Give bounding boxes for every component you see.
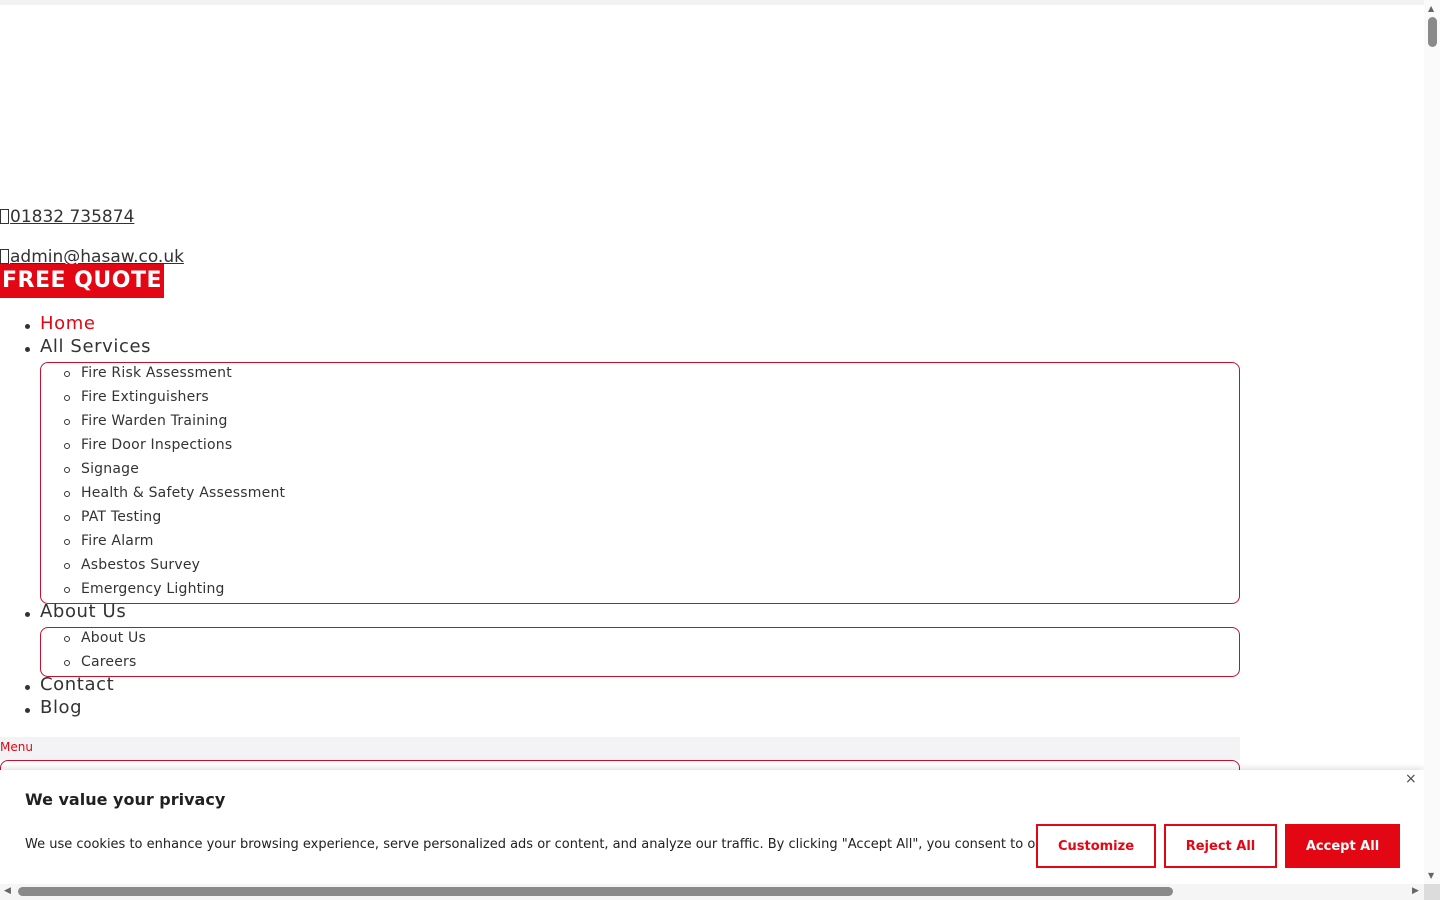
phone-icon xyxy=(0,209,9,224)
sub-bullet xyxy=(64,395,70,401)
nav-bullet xyxy=(25,708,30,713)
sub-bullet xyxy=(64,371,70,377)
service-fire-risk-assessment[interactable]: Fire Risk Assessment xyxy=(81,365,232,381)
mobile-menu-bar xyxy=(0,737,1240,760)
nav-bullet xyxy=(25,324,30,329)
sub-bullet xyxy=(64,467,70,473)
horizontal-scroll-thumb[interactable] xyxy=(18,887,1173,896)
nav-blog[interactable]: Blog xyxy=(40,697,82,718)
nav-bullet xyxy=(25,685,30,690)
scrollbar-corner xyxy=(1424,884,1440,900)
cookie-title: We value your privacy xyxy=(25,790,226,809)
scroll-right-icon[interactable]: ▶ xyxy=(1412,886,1419,896)
accept-all-button[interactable]: Accept All xyxy=(1285,824,1400,868)
nav-contact[interactable]: Contact xyxy=(40,674,114,695)
nav-all-services[interactable]: All Services xyxy=(40,336,151,357)
phone-link[interactable]: 01832 735874 xyxy=(0,207,134,227)
sub-bullet xyxy=(64,563,70,569)
scroll-up-icon[interactable]: ▲ xyxy=(1428,4,1434,13)
reject-all-button[interactable]: Reject All xyxy=(1164,824,1277,868)
service-fire-door-inspections[interactable]: Fire Door Inspections xyxy=(81,437,232,453)
about-submenu xyxy=(40,627,1240,677)
about-sub-careers[interactable]: Careers xyxy=(81,654,136,670)
cookie-description: We use cookies to enhance your browsing … xyxy=(25,837,1150,852)
mobile-menu-toggle[interactable]: Menu xyxy=(0,740,33,754)
sub-bullet xyxy=(64,491,70,497)
phone-number: 01832 735874 xyxy=(10,207,135,227)
free-quote-button[interactable]: FREE QUOTE xyxy=(0,264,164,298)
vertical-scrollbar[interactable] xyxy=(1424,0,1440,884)
sub-bullet xyxy=(64,443,70,449)
sub-bullet xyxy=(64,539,70,545)
sub-bullet xyxy=(64,587,70,593)
scroll-down-icon[interactable]: ▼ xyxy=(1428,871,1434,880)
nav-bullet xyxy=(25,612,30,617)
nav-bullet xyxy=(25,347,30,352)
nav-about-us[interactable]: About Us xyxy=(40,601,126,622)
email-icon xyxy=(0,249,9,264)
vertical-scroll-thumb[interactable] xyxy=(1428,17,1437,47)
services-submenu xyxy=(40,362,1240,604)
service-fire-warden-training[interactable]: Fire Warden Training xyxy=(81,413,228,429)
top-border xyxy=(0,0,1424,5)
service-fire-alarm[interactable]: Fire Alarm xyxy=(81,533,154,549)
customize-button[interactable]: Customize xyxy=(1036,824,1156,868)
sub-bullet xyxy=(64,515,70,521)
service-signage[interactable]: Signage xyxy=(81,461,139,477)
service-emergency-lighting[interactable]: Emergency Lighting xyxy=(81,581,225,597)
close-icon[interactable]: × xyxy=(1405,771,1417,787)
about-sub-about-us[interactable]: About Us xyxy=(81,630,146,646)
service-fire-extinguishers[interactable]: Fire Extinguishers xyxy=(81,389,209,405)
service-health-safety-assessment[interactable]: Health & Safety Assessment xyxy=(81,485,285,501)
service-pat-testing[interactable]: PAT Testing xyxy=(81,509,161,525)
scroll-left-icon[interactable]: ◀ xyxy=(4,886,11,896)
nav-home[interactable]: Home xyxy=(40,313,96,334)
sub-bullet xyxy=(64,660,70,666)
service-asbestos-survey[interactable]: Asbestos Survey xyxy=(81,557,200,573)
sub-bullet xyxy=(64,419,70,425)
sub-bullet xyxy=(64,636,70,642)
cookie-consent-banner: We value your privacy We use cookies to … xyxy=(0,770,1424,885)
